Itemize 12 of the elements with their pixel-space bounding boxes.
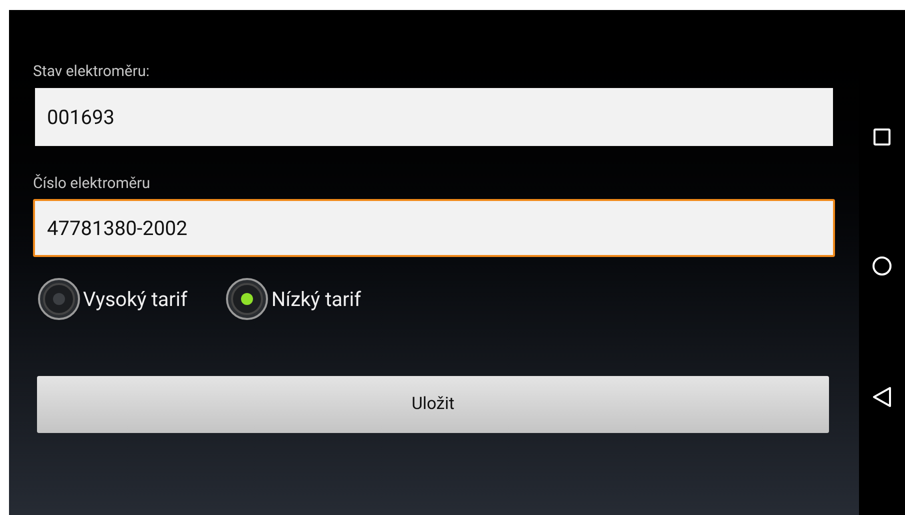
radio-button[interactable]	[225, 277, 270, 321]
radio-label: Vysoký tarif	[83, 286, 188, 313]
field-label: Stav elektroměru:	[33, 61, 150, 82]
input-field[interactable]: 47781380-2002	[33, 199, 835, 257]
radio-button[interactable]	[37, 277, 81, 321]
input-field[interactable]: 001693	[35, 88, 833, 146]
save-button[interactable]: Uložit	[37, 376, 829, 433]
back-triangle-icon[interactable]	[872, 386, 892, 408]
radio-label: Nízký tarif	[271, 286, 362, 313]
square-icon[interactable]	[873, 128, 891, 146]
field-label: Číslo elektroměru	[33, 172, 152, 194]
circle-icon[interactable]	[872, 256, 892, 276]
